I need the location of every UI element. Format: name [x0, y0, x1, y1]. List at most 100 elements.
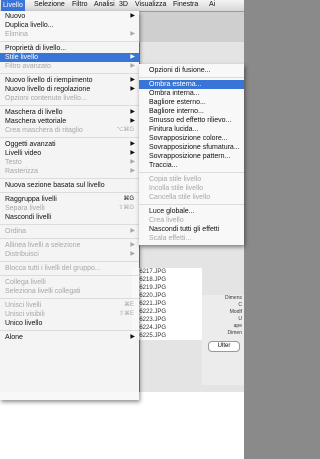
shortcut-label: ⇧⌘E: [118, 311, 134, 317]
submenu-item-label: Copia stile livello: [149, 176, 202, 183]
menu-item-nuovo-livello-di-regolazione[interactable]: Nuovo livello di regolazione ▶: [0, 85, 139, 94]
menu-item-oggetti-avanzati[interactable]: Oggetti avanzati ▶: [0, 140, 139, 149]
submenu-arrow-icon: ▶: [130, 77, 135, 83]
shortcut-label: ⌥⌘G: [116, 127, 134, 133]
menu-item-label: Separa livelli: [5, 205, 45, 212]
submenu-arrow-icon: ▶: [130, 109, 135, 115]
file-list-item[interactable]: _6219.JPG: [132, 284, 202, 292]
menu-item-nuovo-livello-di-riempimento[interactable]: Nuovo livello di riempimento ▶: [0, 76, 139, 85]
menubar-item-selezione[interactable]: Selezione: [34, 1, 65, 8]
info-label: Dimens: [225, 295, 242, 301]
menu-item-label: Duplica livello...: [5, 22, 54, 29]
menubar-item-livello[interactable]: Livello: [1, 0, 25, 11]
file-list-item[interactable]: _6217.JPG: [132, 268, 202, 276]
menu-separator: [0, 275, 139, 276]
submenu-item-sovrapposizione-colore[interactable]: Sovrapposizione colore...: [139, 134, 244, 143]
menubar-item-visualizza[interactable]: Visualizza: [135, 1, 166, 8]
menu-item-raggruppa-livelli[interactable]: Raggruppa livelli ⌘G: [0, 195, 139, 204]
info-label: Modif: [229, 309, 242, 315]
submenu-item-label: Smusso ed effetto rilievo...: [149, 117, 232, 124]
menu-separator: [0, 73, 139, 74]
submenu-item-cancella-stile-livello: Cancella stile livello: [139, 193, 244, 202]
menu-item-label: Nascondi livelli: [5, 214, 52, 221]
submenu-arrow-icon: ▶: [130, 159, 135, 165]
submenu-item-sovrapposizione-sfumatura[interactable]: Sovrapposizione sfumatura...: [139, 143, 244, 152]
menubar-item-3d[interactable]: 3D: [119, 1, 128, 8]
submenu-item-label: Traccia...: [149, 162, 178, 169]
info-label: C: [238, 302, 242, 308]
submenu-item-sovrapposizione-pattern[interactable]: Sovrapposizione pattern...: [139, 152, 244, 161]
menu-item-label: Distribuisci: [5, 251, 39, 258]
submenu-item-ombra-esterna[interactable]: Ombra esterna...: [139, 80, 244, 89]
menu-item-maschera-di-livello[interactable]: Maschera di livello ▶: [0, 108, 139, 117]
menubar-item-finestra[interactable]: Finestra: [173, 1, 198, 8]
submenu-arrow-icon: ▶: [130, 13, 135, 19]
menu-item-label: Unisci livelli: [5, 302, 42, 309]
menu-item-rasterizza: Rasterizza ▶: [0, 167, 139, 176]
submenu-item-bagliore-esterno[interactable]: Bagliore esterno...: [139, 98, 244, 107]
menu-item-allinea-livelli-a-selezione: Allinea livelli a selezione ▶: [0, 241, 139, 250]
menu-item-maschera-vettoriale[interactable]: Maschera vettoriale ▶: [0, 117, 139, 126]
menu-item-seleziona-livelli-collegati: Seleziona livelli collegati: [0, 287, 139, 296]
file-list-item[interactable]: _6221.JPG: [132, 300, 202, 308]
menu-item-label: Unisci visibili: [5, 311, 45, 318]
menubar-item-filtro[interactable]: Filtro: [72, 1, 88, 8]
info-panel: Dimens C Modif Uape Dimen Ulter: [202, 295, 244, 385]
menu-item-label: Rasterizza: [5, 168, 39, 175]
submenu-item-smusso-ed-effetto-rilievo[interactable]: Smusso ed effetto rilievo...: [139, 116, 244, 125]
submenu-item-label: Ombra interna...: [149, 90, 200, 97]
menu-item-label: Crea maschera di ritaglio: [5, 127, 83, 134]
submenu-item-luce-globale[interactable]: Luce globale...: [139, 207, 244, 216]
submenu-arrow-icon: ▶: [130, 168, 135, 174]
submenu-item-bagliore-interno[interactable]: Bagliore interno...: [139, 107, 244, 116]
menu-item-duplica-livello[interactable]: Duplica livello...: [0, 21, 139, 30]
menu-item-livelli-video[interactable]: Livelli video ▶: [0, 149, 139, 158]
menu-item-unico-livello[interactable]: Unico livello: [0, 319, 139, 328]
submenu-item-nascondi-tutti-gli-effetti[interactable]: Nascondi tutti gli effetti: [139, 225, 244, 234]
menubar-item-analisi[interactable]: Analisi: [94, 1, 115, 8]
menu-item-nuovo[interactable]: Nuovo ▶: [0, 12, 139, 21]
menu-item-label: Nuovo livello di riempimento: [5, 77, 93, 84]
menubar-item-ai[interactable]: Ai: [209, 1, 215, 8]
menu-item-blocca-tutti-i-livelli-del-gruppo: Blocca tutti i livelli del gruppo...: [0, 264, 139, 273]
submenu-item-copia-stile-livello: Copia stile livello: [139, 175, 244, 184]
submenu-item-finitura-lucida[interactable]: Finitura lucida...: [139, 125, 244, 134]
submenu-item-label: Sovrapposizione sfumatura...: [149, 144, 240, 151]
menu-item-label: Filtro avanzato: [5, 63, 51, 70]
submenu-item-opzioni-di-fusione[interactable]: Opzioni di fusione...: [139, 66, 244, 75]
file-list-item[interactable]: _6223.JPG: [132, 316, 202, 324]
submenu-item-label: Bagliore esterno...: [149, 99, 206, 106]
shortcut-label: ⌘E: [123, 302, 134, 308]
menu-item-opzioni-contenuto-livello: Opzioni contenuto livello...: [0, 94, 139, 103]
more-button[interactable]: Ulter: [208, 341, 240, 352]
submenu-item-label: Opzioni di fusione...: [149, 67, 211, 74]
menu-item-stile-livello[interactable]: Stile livello ▶: [0, 53, 139, 62]
menu-item-alone[interactable]: Alone ▶: [0, 333, 139, 342]
submenu-arrow-icon: ▶: [130, 141, 135, 147]
submenu-item-label: Finitura lucida...: [149, 126, 199, 133]
menu-item-label: Seleziona livelli collegati: [5, 288, 81, 295]
file-list-item[interactable]: _6225.JPG: [132, 332, 202, 340]
file-list-item[interactable]: _6220.JPG: [132, 292, 202, 300]
file-list-item[interactable]: _6218.JPG: [132, 276, 202, 284]
submenu-item-label: Incolla stile livello: [149, 185, 204, 192]
menu-item-crea-maschera-di-ritaglio: Crea maschera di ritaglio ⌥⌘G: [0, 126, 139, 135]
submenu-item-label: Luce globale...: [149, 208, 195, 215]
menu-item-nascondi-livelli[interactable]: Nascondi livelli: [0, 213, 139, 222]
submenu-item-ombra-interna[interactable]: Ombra interna...: [139, 89, 244, 98]
submenu-arrow-icon: ▶: [130, 150, 135, 156]
submenu-arrow-icon: ▶: [130, 118, 135, 124]
menu-item-unisci-visibili: Unisci visibili ⇧⌘E: [0, 310, 139, 319]
stile-livello-submenu: Opzioni di fusione... Ombra esterna... Omb…: [139, 64, 244, 245]
menu-item-label: Nuovo: [5, 13, 26, 20]
menu-item-label: Allinea livelli a selezione: [5, 242, 81, 249]
menu-item-label: Alone: [5, 334, 23, 341]
submenu-item-label: Crea livello: [149, 217, 184, 224]
menu-separator: [0, 261, 139, 262]
submenu-item-traccia[interactable]: Traccia...: [139, 161, 244, 170]
menu-item-nuova-sezione-basata-sul-livello[interactable]: Nuova sezione basata sul livello: [0, 181, 139, 190]
file-list-item[interactable]: _6224.JPG: [132, 324, 202, 332]
menu-item-propriet-di-livello[interactable]: Proprietà di livello...: [0, 44, 139, 53]
menu-item-label: Nuova sezione basata sul livello: [5, 182, 105, 189]
file-list-item[interactable]: _6222.JPG: [132, 308, 202, 316]
